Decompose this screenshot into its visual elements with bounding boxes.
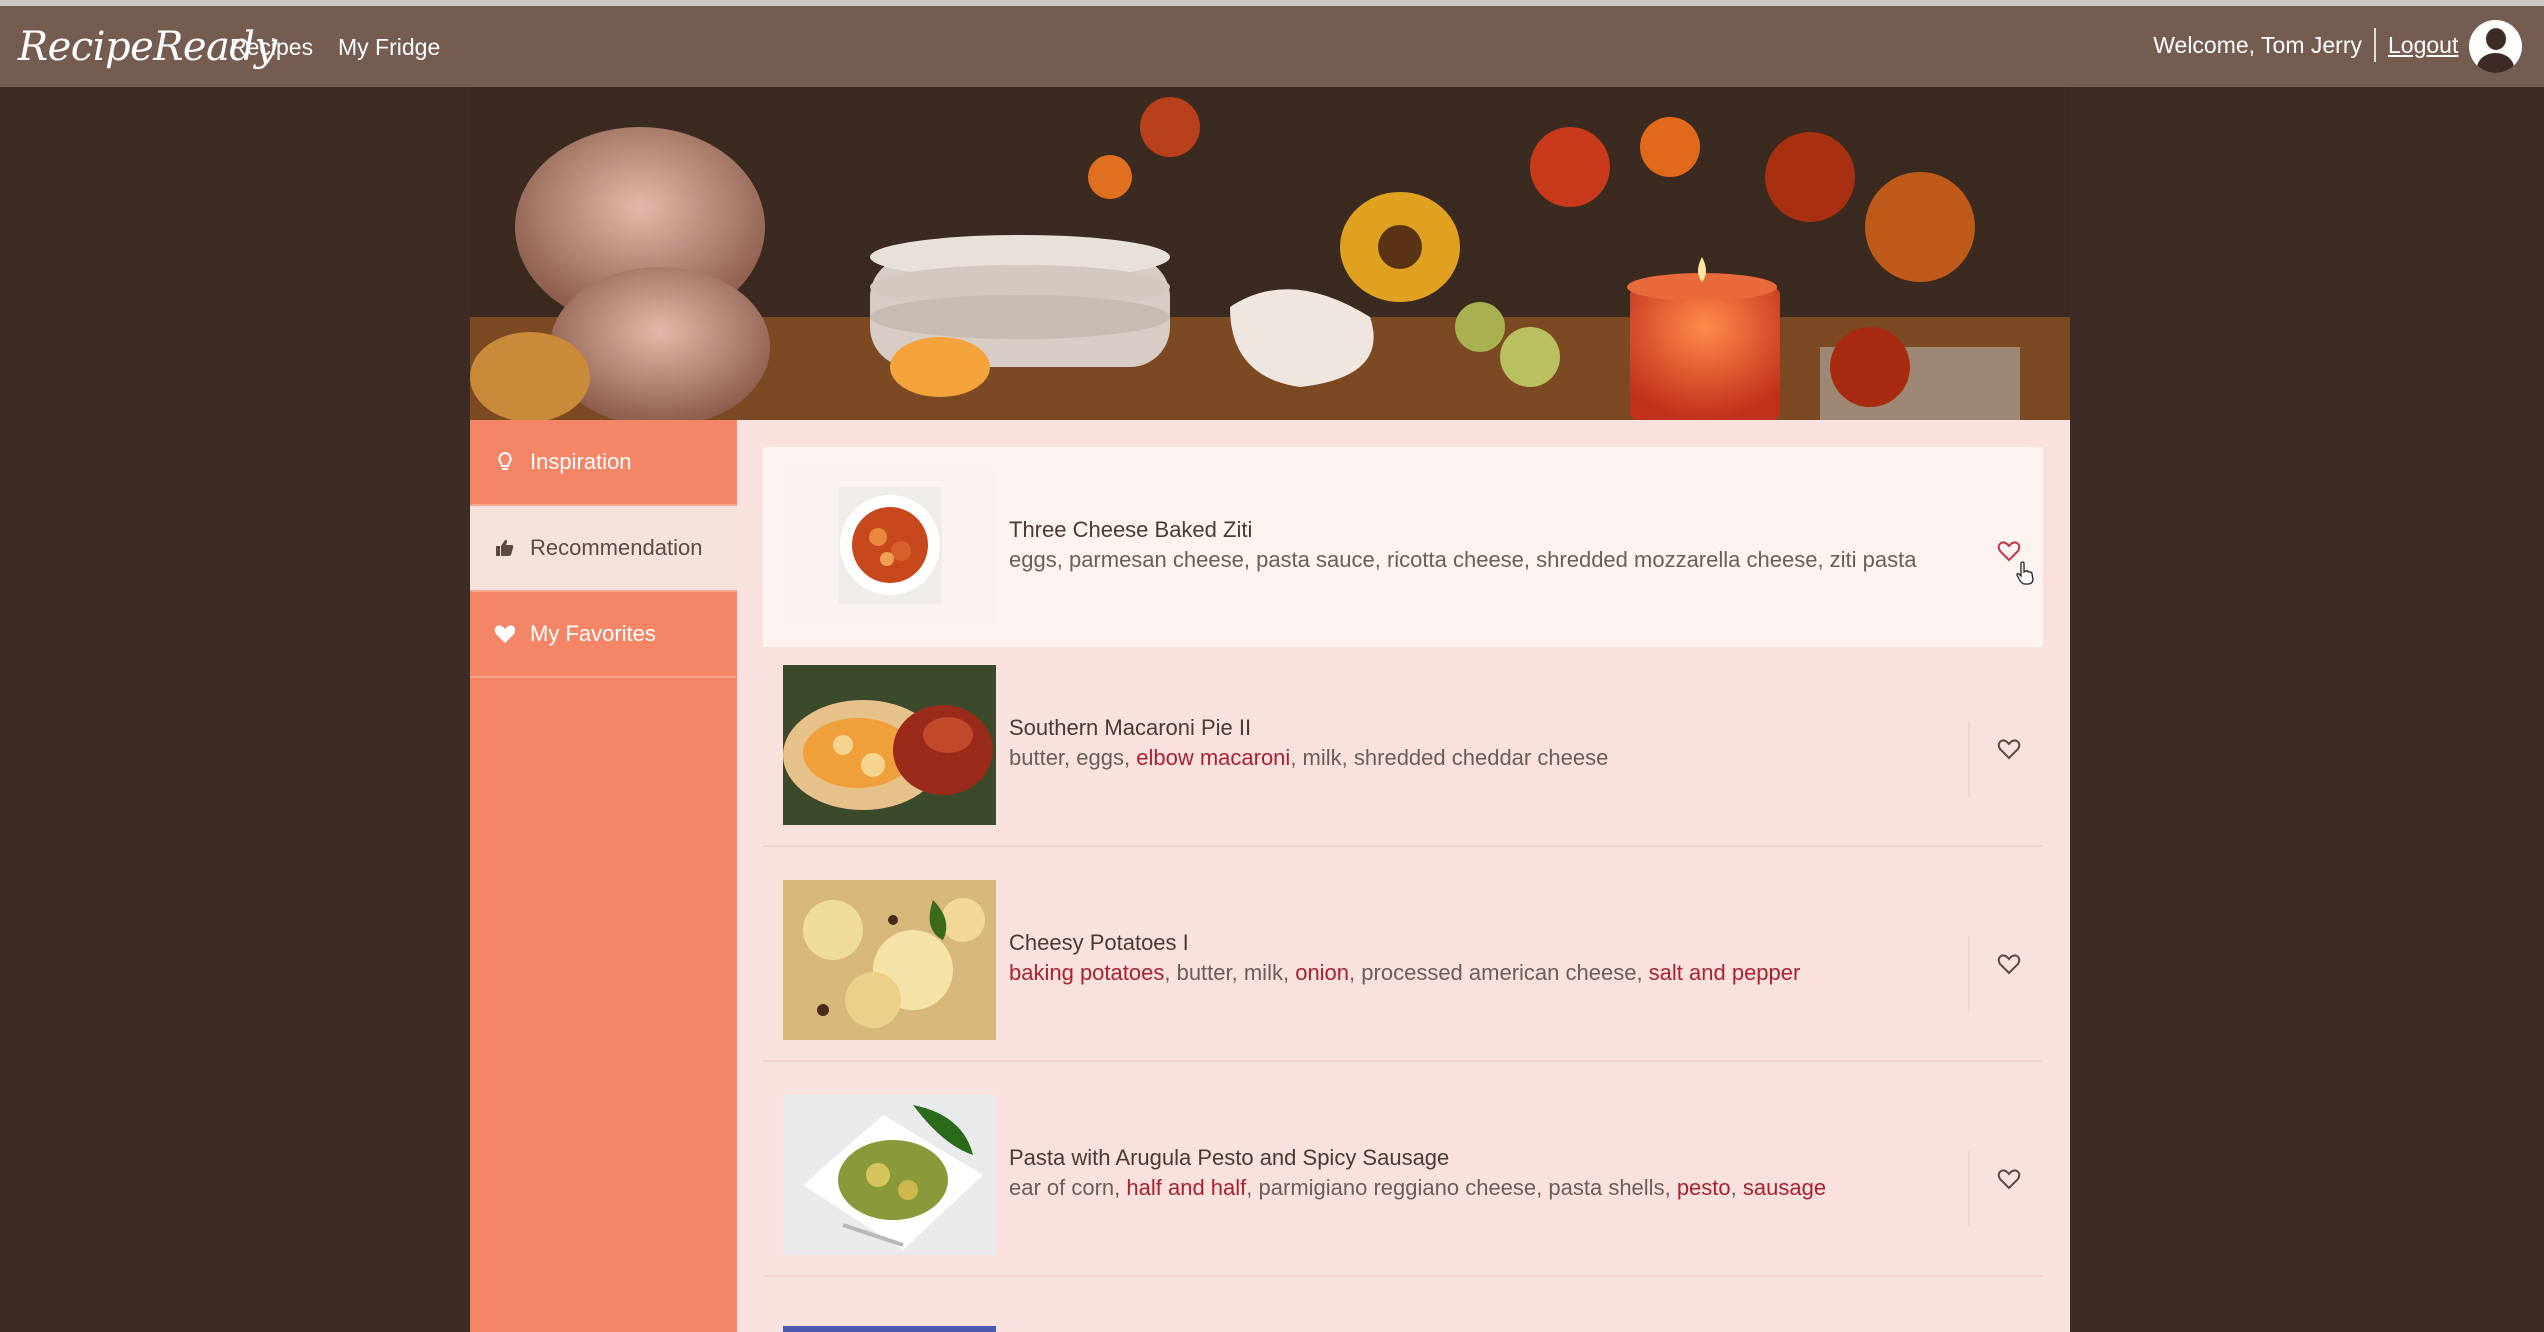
ingredient: pasta shells xyxy=(1548,1175,1665,1200)
recipe-card[interactable]: Three Cheese Baked Ziti eggs, parmesan c… xyxy=(763,447,2043,647)
recipe-thumbnail[interactable] xyxy=(783,1095,996,1255)
logout-link[interactable]: Logout xyxy=(2388,32,2458,59)
ingredient: eggs xyxy=(1009,547,1057,572)
missing-ingredient: elbow macaroni xyxy=(1136,745,1291,770)
recipe-ingredients: ear of corn, half and half, parmigiano r… xyxy=(1009,1175,1827,1200)
ingredient: ziti pasta xyxy=(1829,547,1917,572)
ingredient: ricotta cheese xyxy=(1386,547,1524,572)
recipe-ingredients: baking potatoes, butter, milk, onion, pr… xyxy=(1009,960,1801,985)
missing-ingredient: half and half xyxy=(1126,1175,1247,1200)
card-divider xyxy=(1968,721,1970,797)
ingredient: eggs xyxy=(1076,745,1124,770)
lightbulb-icon xyxy=(494,452,516,472)
missing-ingredient: onion xyxy=(1295,960,1350,985)
recipe-ingredients: eggs, parmesan cheese, pasta sauce, rico… xyxy=(1009,547,1917,572)
recipe-thumbnail[interactable] xyxy=(783,665,996,825)
hero-banner-image xyxy=(470,87,2070,420)
ingredient: ear of corn xyxy=(1009,1175,1115,1200)
missing-ingredient: pesto xyxy=(1676,1175,1731,1200)
ingredient: milk xyxy=(1243,960,1283,985)
recipe-thumbnail[interactable] xyxy=(783,467,996,627)
card-divider xyxy=(1968,1151,1970,1227)
missing-ingredient: baking potatoes xyxy=(1009,960,1165,985)
missing-ingredient: salt and pepper xyxy=(1648,960,1801,985)
autumn-table-illustration xyxy=(470,87,2070,420)
ingredient: parmigiano reggiano cheese xyxy=(1258,1175,1537,1200)
favorite-heart-icon[interactable] xyxy=(1997,539,2021,563)
top-navbar: RecipeReady Recipes My Fridge Welcome, T… xyxy=(0,6,2544,87)
sidebar-item-my-favorites[interactable]: My Favorites xyxy=(470,592,737,678)
nav-recipes-link[interactable]: Recipes xyxy=(230,34,313,61)
recipe-card[interactable]: Pasta with Arugula Pesto and Spicy Sausa… xyxy=(763,1075,2043,1277)
recipe-title[interactable]: Pasta with Arugula Pesto and Spicy Sausa… xyxy=(1009,1145,1449,1171)
sidebar-item-label: My Favorites xyxy=(530,621,656,646)
recipe-ingredients: butter, eggs, elbow macaroni, milk, shre… xyxy=(1009,745,1609,770)
recipe-card[interactable]: Southern Macaroni Pie II butter, eggs, e… xyxy=(763,645,2043,847)
recipe-title[interactable]: Three Cheese Baked Ziti xyxy=(1009,517,1252,543)
sidebar-item-label: Recommendation xyxy=(530,535,703,560)
ingredient: shredded cheddar cheese xyxy=(1353,745,1609,770)
recipe-title[interactable]: Cheesy Potatoes I xyxy=(1009,930,1189,956)
sidebar-item-inspiration[interactable]: Inspiration xyxy=(470,420,737,506)
sidebar-item-recommendation[interactable]: Recommendation xyxy=(470,506,737,592)
heart-icon xyxy=(494,624,516,644)
hand-pointer-icon xyxy=(2015,561,2035,590)
favorite-heart-icon[interactable] xyxy=(1997,952,2021,976)
card-divider xyxy=(1968,936,1970,1012)
ingredient: butter xyxy=(1176,960,1232,985)
recipe-card[interactable]: Cheesy Potatoes I baking potatoes, butte… xyxy=(763,860,2043,1062)
nav-my-fridge-link[interactable]: My Fridge xyxy=(338,34,440,61)
recipe-list: Three Cheese Baked Ziti eggs, parmesan c… xyxy=(737,420,2070,1332)
favorite-heart-icon[interactable] xyxy=(1997,737,2021,761)
missing-ingredient: sausage xyxy=(1742,1175,1827,1200)
ingredient: milk xyxy=(1302,745,1342,770)
ingredient: pasta sauce xyxy=(1256,547,1375,572)
recipe-title[interactable]: Southern Macaroni Pie II xyxy=(1009,715,1251,741)
thumbs-up-icon xyxy=(494,538,516,558)
sidebar-item-label: Inspiration xyxy=(530,449,632,474)
welcome-text: Welcome, Tom Jerry xyxy=(2153,32,2362,58)
recipe-thumbnail-partial[interactable] xyxy=(783,1326,996,1332)
ingredient: parmesan cheese xyxy=(1068,547,1244,572)
favorite-heart-icon[interactable] xyxy=(1997,1167,2021,1191)
recipe-thumbnail[interactable] xyxy=(783,880,996,1040)
ingredient: processed american cheese xyxy=(1361,960,1637,985)
nav-divider xyxy=(2374,28,2376,62)
ingredient: shredded mozzarella cheese xyxy=(1536,547,1818,572)
user-avatar-icon[interactable] xyxy=(2469,20,2522,73)
sidebar: Inspiration Recommendation My Favorites xyxy=(470,420,737,1332)
ingredient: butter xyxy=(1009,745,1065,770)
